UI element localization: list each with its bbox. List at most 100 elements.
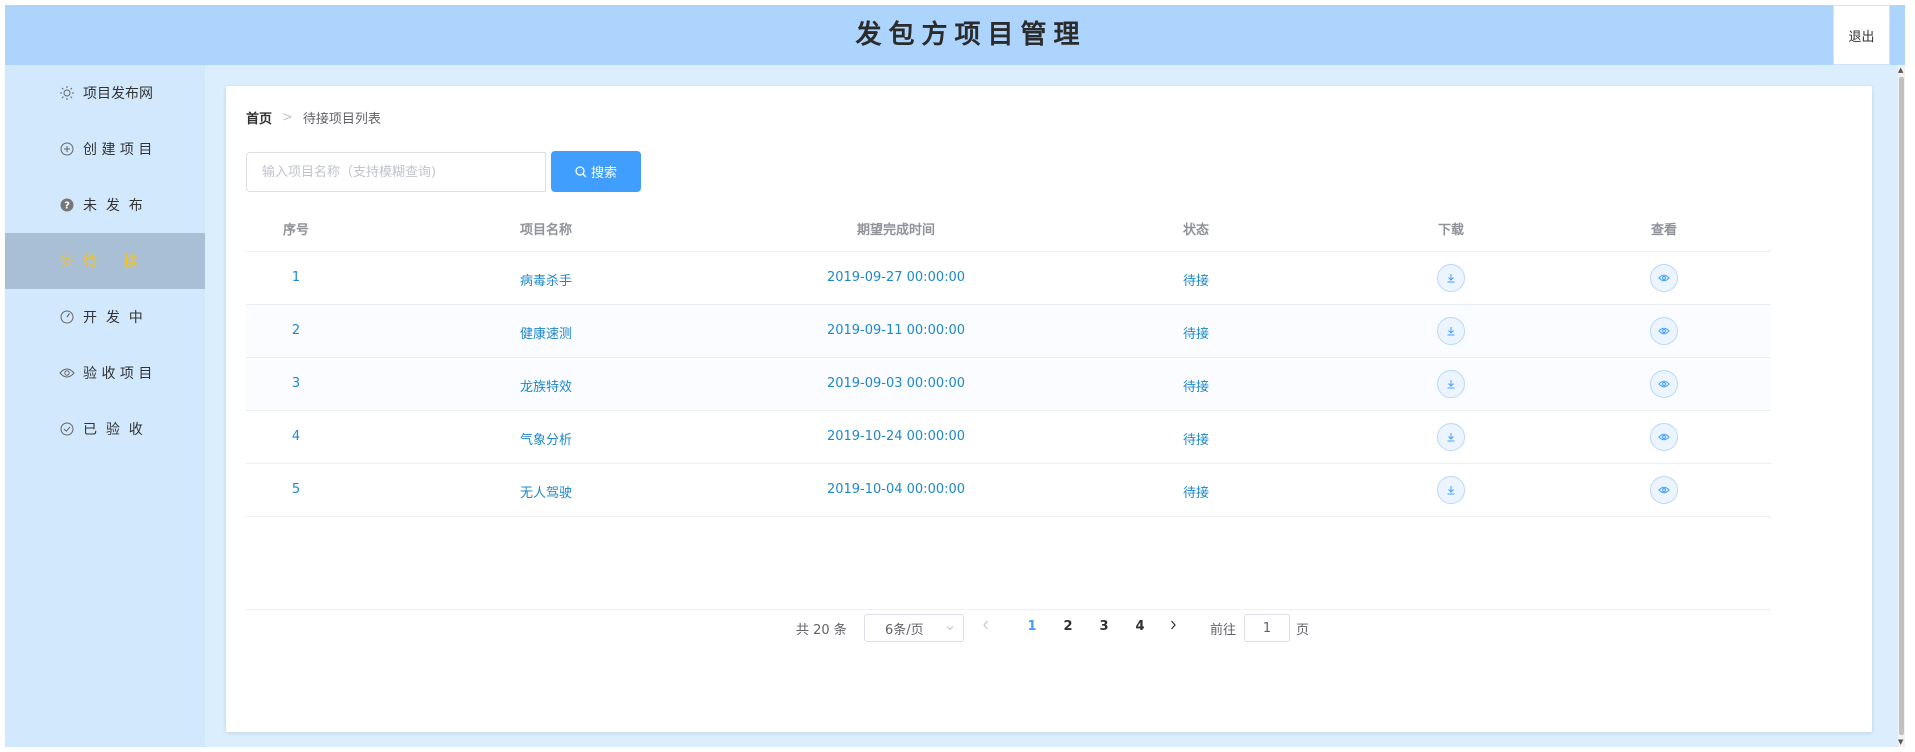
- sidebar-item-label: 已 验 收: [83, 422, 143, 438]
- column-header-deadline: 期望完成时间: [856, 223, 936, 238]
- eye-icon: [1658, 380, 1670, 388]
- view-button[interactable]: [1650, 423, 1678, 451]
- sidebar-item-accepted[interactable]: 已 验 收: [5, 401, 205, 457]
- status: 待接: [1182, 274, 1210, 289]
- logout-button[interactable]: 退出: [1833, 5, 1890, 65]
- row-index: 4: [291, 429, 301, 444]
- sidebar-item-label: 项目发布网: [83, 86, 153, 102]
- goto-page-input[interactable]: [1244, 614, 1290, 642]
- download-button[interactable]: [1437, 423, 1465, 451]
- download-icon: [1447, 433, 1455, 442]
- sidebar-item-label: 未 发 布: [83, 198, 143, 214]
- row-index: 3: [291, 376, 301, 391]
- project-name-link[interactable]: 气象分析: [520, 429, 572, 448]
- check-circle-icon: [59, 421, 75, 437]
- page-size-value: 6条/页: [885, 622, 924, 638]
- eye-icon: [1658, 486, 1670, 494]
- eye-icon: [1658, 327, 1670, 335]
- table-row: 2 健康速测 2019-09-11 00:00:00 待接: [246, 305, 1771, 358]
- sidebar-item-project-portal[interactable]: 项目发布网: [5, 65, 205, 121]
- column-header-status: 状态: [1182, 223, 1210, 238]
- table-row: 4 气象分析 2019-10-24 00:00:00 待接: [246, 411, 1771, 464]
- content-card: 首页 > 待接项目列表 搜索 序号 项目名称 期望完成时间 状态 下载 查看 1…: [226, 86, 1872, 732]
- page-suffix: 页: [1296, 623, 1310, 638]
- chevron-right-icon: [1171, 620, 1176, 630]
- deadline: 2019-10-24 00:00:00: [826, 429, 966, 444]
- column-header-view: 查看: [1650, 223, 1678, 238]
- view-button[interactable]: [1650, 370, 1678, 398]
- search-input[interactable]: [246, 152, 546, 192]
- table-header: 序号 项目名称 期望完成时间 状态 下载 查看: [246, 202, 1771, 252]
- page-number[interactable]: 2: [1063, 619, 1072, 634]
- status: 待接: [1182, 327, 1210, 342]
- row-index: 2: [291, 323, 301, 338]
- download-button[interactable]: [1437, 370, 1465, 398]
- sun-icon: [59, 253, 75, 269]
- breadcrumb-home[interactable]: 首页: [246, 108, 272, 127]
- sidebar-item-label: 开 发 中: [83, 310, 143, 326]
- sidebar-item-acceptance[interactable]: 验 收 项 目: [5, 345, 205, 401]
- breadcrumb-current: 待接项目列表: [302, 112, 381, 127]
- page-number[interactable]: 3: [1099, 619, 1108, 634]
- app-root: 发包方项目管理 退出 项目发布网 创 建 项 目 ? 未 发 布 待 接 开 发…: [5, 5, 1905, 747]
- download-button[interactable]: [1437, 264, 1465, 292]
- view-button[interactable]: [1650, 476, 1678, 504]
- project-name-link[interactable]: 无人驾驶: [520, 482, 572, 501]
- svg-text:?: ?: [64, 201, 70, 212]
- scroll-up-arrow-icon[interactable]: ▲: [1898, 66, 1903, 74]
- chevron-left-icon: [983, 620, 988, 630]
- page-number[interactable]: 1: [1027, 619, 1036, 634]
- pagination: 共 20 条 6条/页 1 2 3 4 前往 页: [226, 614, 1872, 644]
- view-button[interactable]: [1650, 317, 1678, 345]
- project-name-link[interactable]: 龙族特效: [520, 376, 572, 395]
- breadcrumb: 首页 > 待接项目列表: [246, 108, 381, 127]
- status: 待接: [1182, 433, 1210, 448]
- deadline: 2019-09-03 00:00:00: [826, 376, 966, 391]
- sidebar-item-create-project[interactable]: 创 建 项 目: [5, 121, 205, 177]
- project-name-link[interactable]: 健康速测: [520, 323, 572, 342]
- plus-circle-icon: [59, 141, 75, 157]
- sidebar-item-in-development[interactable]: 开 发 中: [5, 289, 205, 345]
- chevron-down-icon: [946, 626, 954, 631]
- eye-icon: [1658, 274, 1670, 282]
- download-icon: [1447, 274, 1455, 283]
- compass-icon: [59, 309, 75, 325]
- search-icon: [575, 165, 587, 177]
- eye-icon: [59, 365, 75, 381]
- pagination-total: 共 20 条: [796, 623, 847, 638]
- breadcrumb-separator: >: [282, 110, 293, 125]
- table-bottom-divider: [246, 609, 1771, 610]
- status: 待接: [1182, 486, 1210, 501]
- sidebar-item-label: 待 接: [83, 254, 138, 270]
- page-size-select[interactable]: 6条/页: [864, 614, 964, 642]
- sun-icon: [59, 85, 75, 101]
- next-page-button[interactable]: [1168, 619, 1178, 635]
- scroll-down-arrow-icon[interactable]: ▼: [1898, 738, 1903, 746]
- view-button[interactable]: [1650, 264, 1678, 292]
- search-button[interactable]: 搜索: [551, 151, 641, 192]
- scroll-thumb[interactable]: [1899, 77, 1904, 735]
- page-title: 发包方项目管理: [855, 20, 1087, 50]
- deadline: 2019-09-11 00:00:00: [826, 323, 966, 338]
- sidebar-item-label: 验 收 项 目: [83, 366, 153, 382]
- page-number[interactable]: 4: [1135, 619, 1144, 634]
- deadline: 2019-09-27 00:00:00: [826, 270, 966, 285]
- table-row: 3 龙族特效 2019-09-03 00:00:00 待接: [246, 358, 1771, 411]
- prev-page-button[interactable]: [981, 619, 991, 635]
- sidebar-item-label: 创 建 项 目: [83, 142, 153, 158]
- table-row: 5 无人驾驶 2019-10-04 00:00:00 待接: [246, 464, 1771, 517]
- deadline: 2019-10-04 00:00:00: [826, 482, 966, 497]
- eye-icon: [1658, 433, 1670, 441]
- download-icon: [1447, 380, 1455, 389]
- row-index: 1: [291, 270, 301, 285]
- project-table: 序号 项目名称 期望完成时间 状态 下载 查看 1 病毒杀手 2019-09-2…: [246, 202, 1771, 517]
- project-name-link[interactable]: 病毒杀手: [520, 270, 572, 289]
- download-button[interactable]: [1437, 317, 1465, 345]
- search-button-label: 搜索: [590, 166, 617, 181]
- sidebar-item-unpublished[interactable]: ? 未 发 布: [5, 177, 205, 233]
- download-button[interactable]: [1437, 476, 1465, 504]
- download-icon: [1447, 486, 1455, 495]
- table-row: 1 病毒杀手 2019-09-27 00:00:00 待接: [246, 252, 1771, 305]
- sidebar-item-pending[interactable]: 待 接: [5, 233, 205, 289]
- scrollbar[interactable]: ▲ ▼: [1898, 65, 1905, 747]
